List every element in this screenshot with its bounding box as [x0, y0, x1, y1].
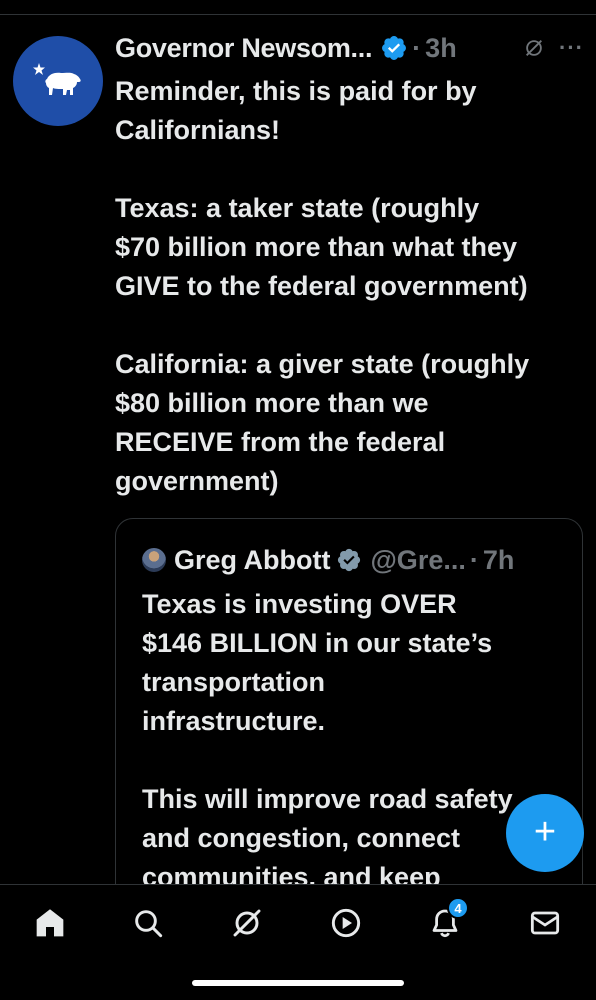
tweet-line: RECEIVE from the federal: [115, 427, 446, 457]
author-avatar[interactable]: [13, 36, 103, 126]
tweet-line: government): [115, 466, 279, 496]
nav-notifications[interactable]: 4: [425, 897, 469, 943]
screen: Governor Newsom... · 3h ··· Reminder, th…: [0, 0, 596, 1000]
tweet-line: Reminder, this is paid for by: [115, 76, 477, 106]
gray-verified-badge-icon: [338, 548, 361, 572]
home-indicator[interactable]: [192, 980, 404, 986]
quote-header: Greg Abbott @Gre... · 7h: [142, 543, 514, 577]
tweet-line: $70 billion more than what they: [115, 232, 518, 262]
tweet-line: California: a giver state (roughly: [115, 349, 530, 379]
tweet-line: Californians!: [115, 115, 281, 145]
author-name[interactable]: Governor Newsom...: [115, 33, 372, 64]
separator-dot: ·: [412, 32, 422, 63]
quote-line: transportation: [142, 667, 326, 697]
search-icon: [135, 910, 163, 938]
nav-video[interactable]: [326, 903, 366, 943]
grok-icon[interactable]: [523, 37, 545, 59]
compose-button[interactable]: +: [506, 794, 584, 872]
separator-dot: ·: [469, 544, 479, 575]
quote-timestamp: 7h: [482, 544, 515, 575]
tweet-line: $80 billion more than we: [115, 388, 429, 418]
tweet-timestamp[interactable]: 3h: [425, 33, 457, 64]
tweet-line: Texas: a taker state (roughly: [115, 193, 480, 223]
grok-icon: [233, 909, 261, 937]
verified-badge-icon: [382, 36, 407, 60]
quote-avatar: [142, 548, 166, 572]
nav-home[interactable]: [30, 903, 70, 943]
quote-line: $146 BILLION in our state’s: [142, 628, 493, 658]
notification-count-badge: 4: [447, 897, 469, 919]
compose-plus-icon: +: [533, 810, 557, 853]
quote-line: infrastructure.: [142, 706, 326, 736]
mail-icon: [530, 911, 560, 935]
nav-search[interactable]: [128, 903, 168, 943]
quote-line: Texas is investing OVER: [142, 589, 457, 619]
tweet-text: Reminder, this is paid for by California…: [115, 72, 585, 501]
home-icon: [36, 909, 64, 937]
tweet-header: Governor Newsom... · 3h ···: [115, 30, 584, 66]
quote-handle: @Gre...: [370, 544, 466, 575]
tweet-line: GIVE to the federal government): [115, 271, 528, 301]
more-options-icon[interactable]: ···: [559, 37, 584, 59]
play-icon: [331, 908, 361, 938]
quoted-tweet-card[interactable]: Greg Abbott @Gre... · 7h Texas is invest…: [115, 518, 583, 918]
top-divider: [0, 14, 596, 15]
nav-messages[interactable]: [525, 903, 565, 943]
quote-author-name: Greg Abbott: [174, 544, 331, 575]
nav-grok[interactable]: [227, 903, 267, 943]
california-bear-icon: [33, 63, 81, 95]
